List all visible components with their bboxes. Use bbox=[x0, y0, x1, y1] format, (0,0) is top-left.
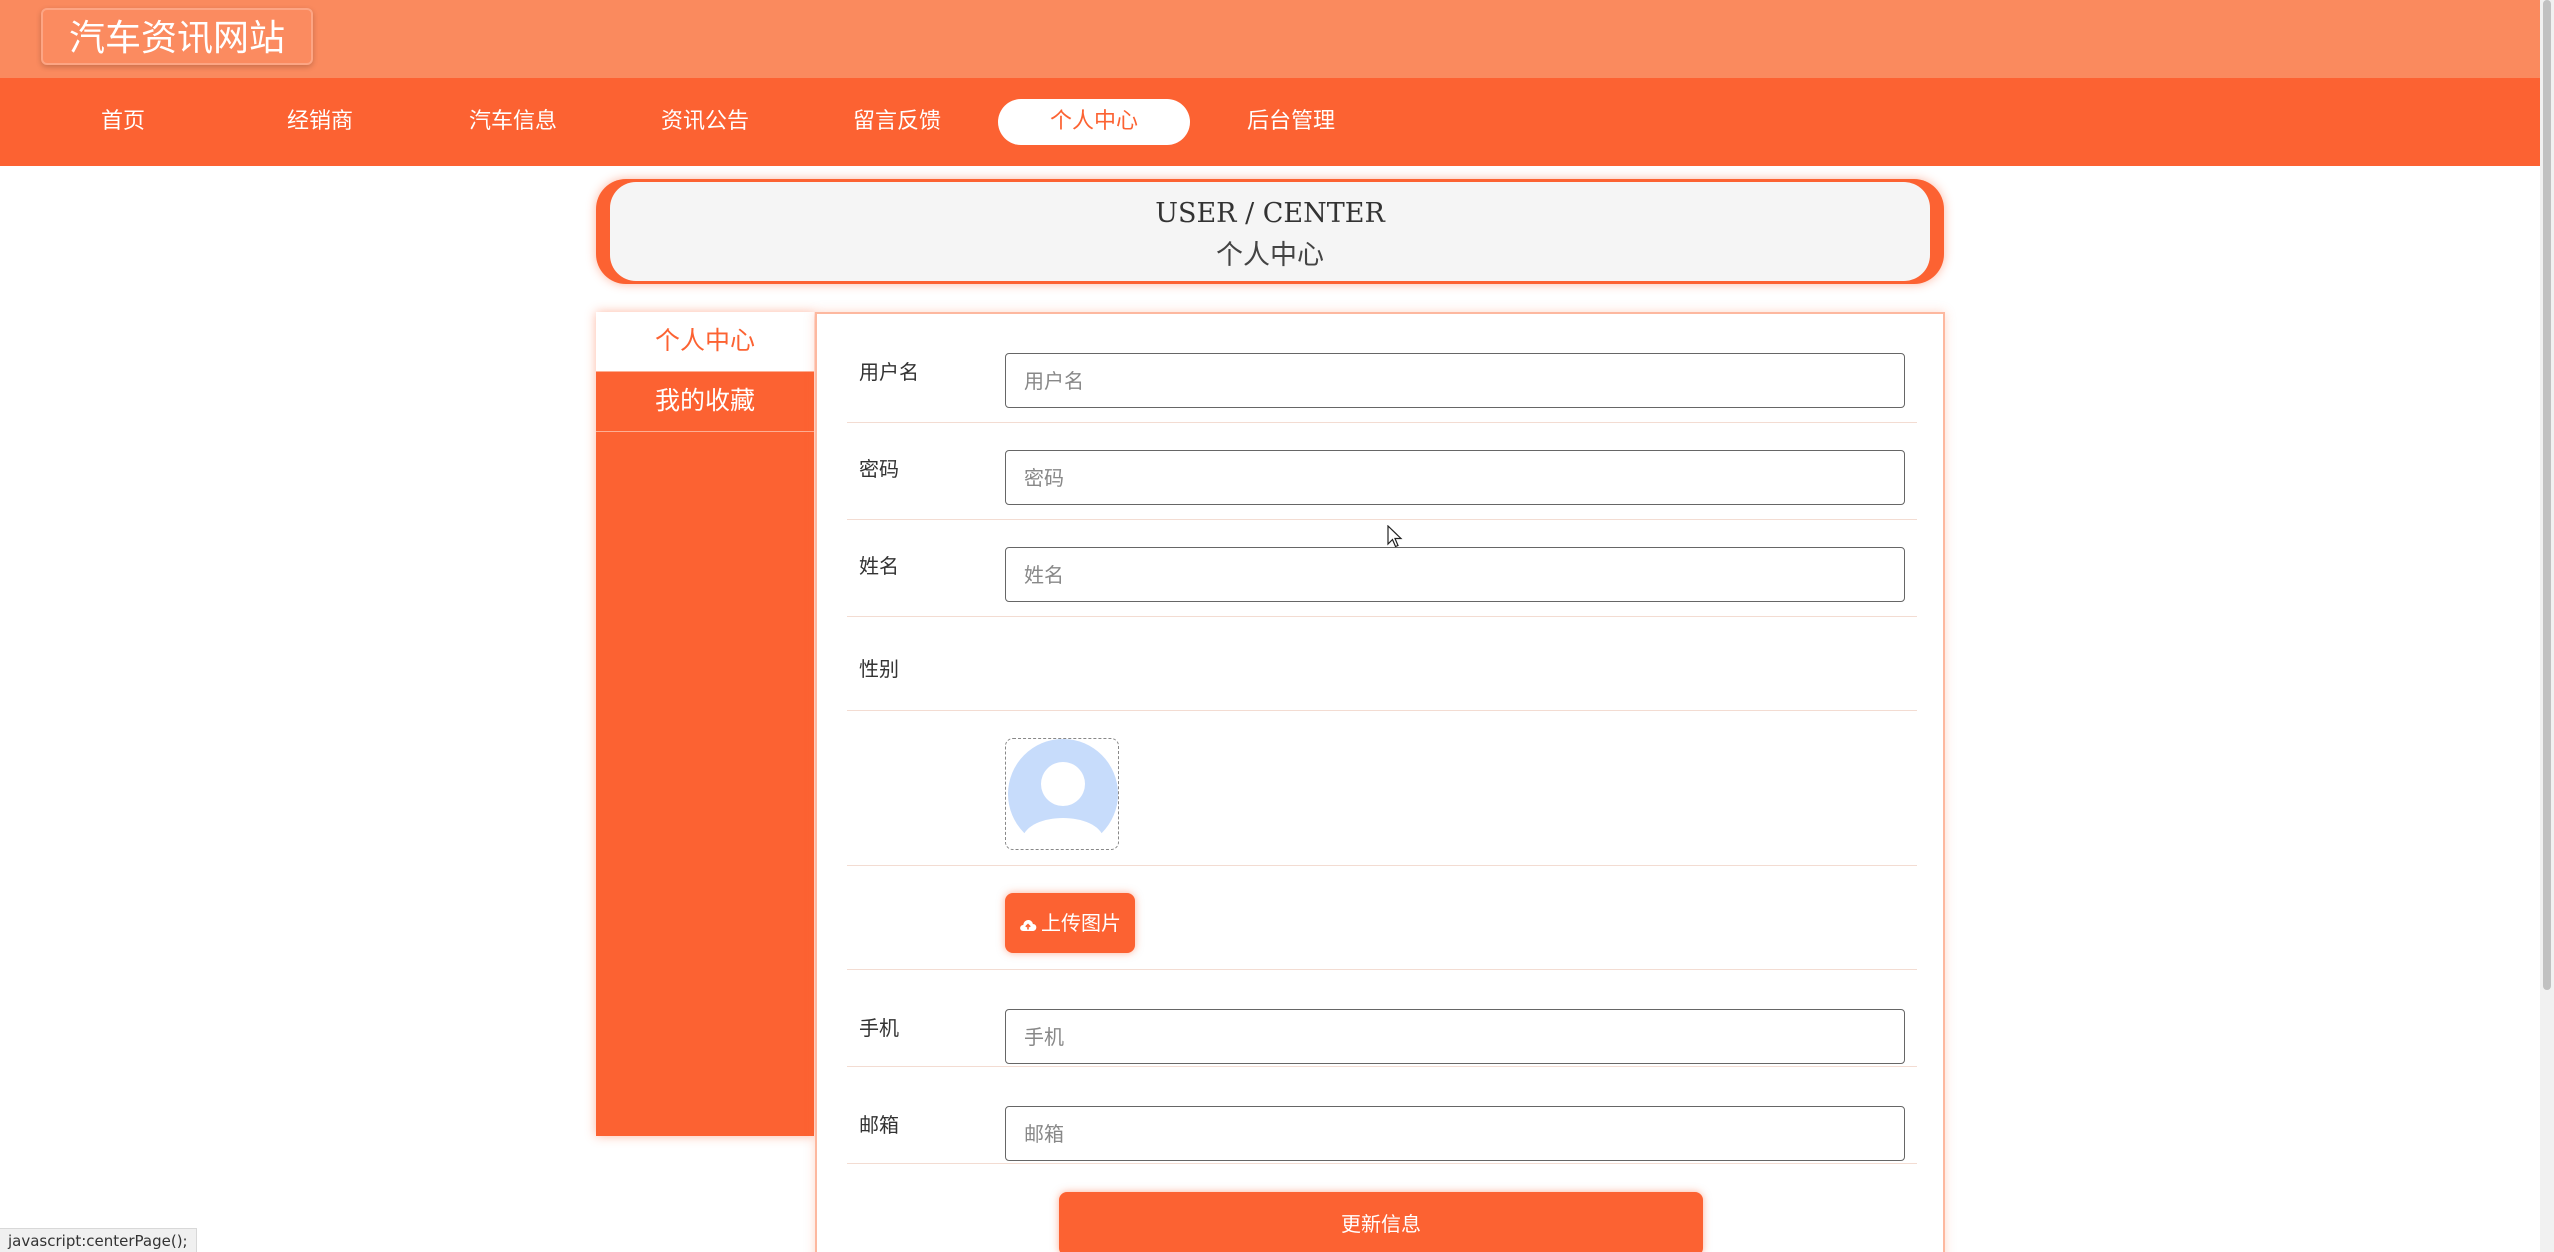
form-row-username: 用户名 bbox=[847, 314, 1917, 423]
nav-item-home[interactable]: 首页 bbox=[27, 99, 219, 145]
sidebar-item-favorites[interactable]: 我的收藏 bbox=[596, 372, 814, 432]
password-label: 密码 bbox=[859, 457, 899, 481]
browser-status-bar: javascript:centerPage(); bbox=[0, 1228, 197, 1252]
password-input[interactable] bbox=[1005, 450, 1905, 505]
nav-item-admin[interactable]: 后台管理 bbox=[1195, 99, 1387, 145]
form-row-phone: 手机 bbox=[847, 970, 1917, 1067]
username-input[interactable] bbox=[1005, 353, 1905, 408]
avatar[interactable] bbox=[1005, 738, 1119, 850]
gender-label: 性别 bbox=[859, 657, 899, 681]
page-banner: USER / CENTER 个人中心 bbox=[596, 179, 1944, 284]
nav-item-news[interactable]: 资讯公告 bbox=[609, 99, 801, 145]
form-row-upload: 上传图片 bbox=[847, 866, 1917, 970]
nav-item-car-info[interactable]: 汽车信息 bbox=[417, 99, 609, 145]
nav-item-user-center[interactable]: 个人中心 bbox=[998, 99, 1190, 145]
name-label: 姓名 bbox=[859, 554, 899, 578]
top-header: 汽车资讯网站 bbox=[0, 0, 2540, 78]
phone-label: 手机 bbox=[859, 1016, 899, 1040]
username-label: 用户名 bbox=[859, 360, 919, 384]
form-row-gender: 性别 bbox=[847, 617, 1917, 711]
nav-item-feedback[interactable]: 留言反馈 bbox=[801, 99, 993, 145]
avatar-placeholder-icon bbox=[1008, 739, 1118, 849]
sidebar-item-user-center[interactable]: 个人中心 bbox=[596, 312, 814, 372]
banner-title-cn: 个人中心 bbox=[1216, 240, 1324, 271]
banner-inner: USER / CENTER 个人中心 bbox=[610, 182, 1930, 281]
form-row-avatar bbox=[847, 711, 1917, 866]
site-title[interactable]: 汽车资讯网站 bbox=[41, 8, 314, 65]
vertical-scrollbar[interactable] bbox=[2540, 0, 2554, 1252]
upload-button-label: 上传图片 bbox=[1041, 911, 1121, 935]
form-row-email: 邮箱 bbox=[847, 1067, 1917, 1164]
form-row-password: 密码 bbox=[847, 423, 1917, 520]
sidebar-menu: 个人中心 我的收藏 bbox=[596, 312, 814, 1136]
nav-item-dealers[interactable]: 经销商 bbox=[224, 99, 416, 145]
profile-form-panel: 用户名 密码 姓名 性别 上传图片 手机 bbox=[815, 312, 1945, 1252]
email-input[interactable] bbox=[1005, 1106, 1905, 1161]
upload-image-button[interactable]: 上传图片 bbox=[1005, 893, 1135, 953]
update-info-button[interactable]: 更新信息 bbox=[1059, 1192, 1703, 1252]
mouse-cursor-icon bbox=[1387, 525, 1403, 548]
email-label: 邮箱 bbox=[859, 1113, 899, 1137]
form-row-name: 姓名 bbox=[847, 520, 1917, 617]
name-input[interactable] bbox=[1005, 547, 1905, 602]
banner-title-en: USER / CENTER bbox=[1155, 198, 1385, 229]
cloud-upload-icon bbox=[1020, 919, 1037, 931]
phone-input[interactable] bbox=[1005, 1009, 1905, 1064]
main-nav: 首页 经销商 汽车信息 资讯公告 留言反馈 个人中心 后台管理 bbox=[0, 78, 2540, 166]
scrollbar-thumb[interactable] bbox=[2543, 0, 2551, 990]
